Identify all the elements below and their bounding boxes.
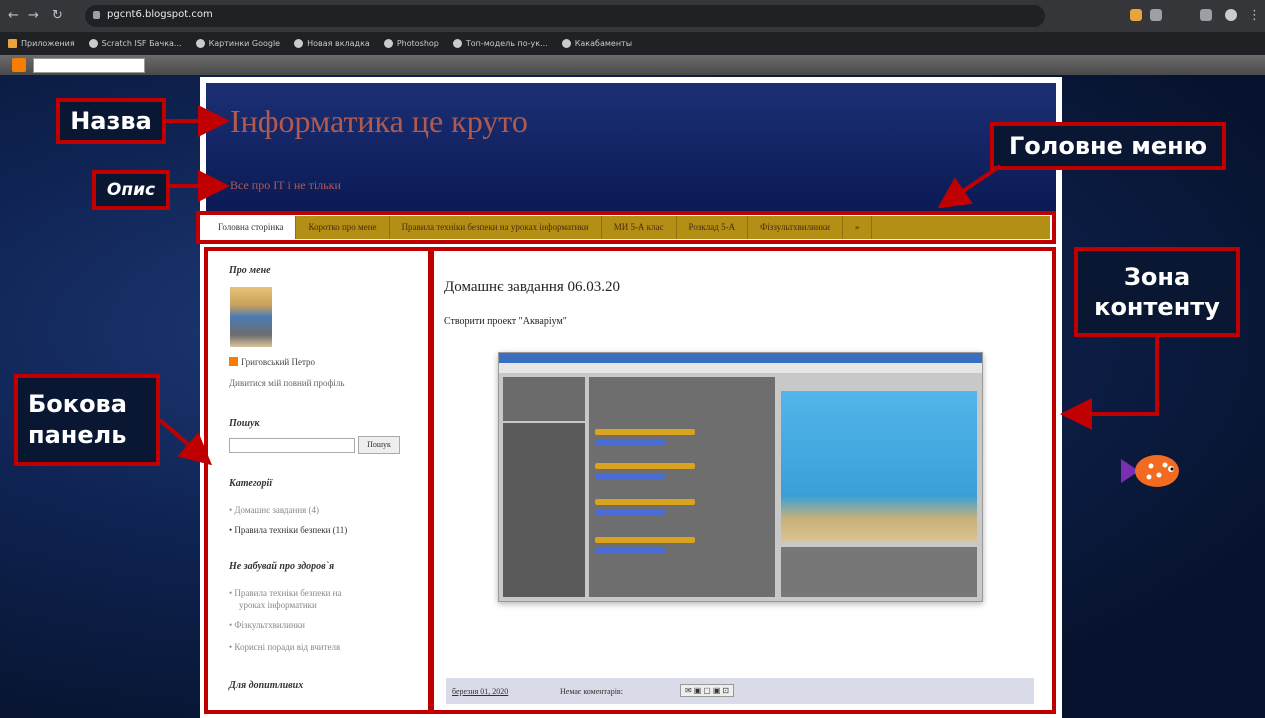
- arrow-menu: [937, 164, 1002, 209]
- arrow-content: [1060, 337, 1159, 430]
- annotation-arrows: [158, 105, 1159, 466]
- arrow-sidebar: [158, 418, 213, 466]
